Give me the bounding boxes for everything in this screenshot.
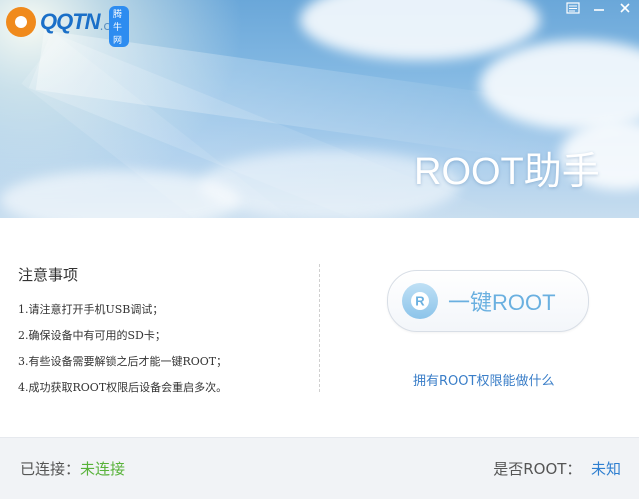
svg-text:R: R: [415, 294, 425, 309]
logo-text: QQTN: [40, 9, 101, 34]
notes-section: 注意事项 1.请注意打开手机USB调试； 2.确保设备中有可用的SD卡； 3.有…: [18, 264, 308, 401]
connection-status: 已连接：未连接: [20, 458, 125, 479]
minimize-icon[interactable]: [591, 2, 607, 16]
cloud: [300, 0, 540, 60]
connection-label: 已连接：: [20, 460, 81, 478]
one-click-root-label: 一键ROOT: [448, 290, 556, 315]
notes-title: 注意事项: [18, 266, 79, 284]
logo-badge: 腾牛网: [109, 6, 130, 47]
note-item: 4.成功获取ROOT权限后设备会重启多次。: [18, 381, 228, 394]
bull-logo-icon: [6, 7, 36, 37]
header-banner: QQTN .com 腾牛网 ROOT助手: [0, 0, 639, 218]
root-benefits-link[interactable]: 拥有ROOT权限能做什么: [413, 370, 554, 389]
note-item: 1.请注意打开手机USB调试；: [18, 303, 164, 316]
menu-icon[interactable]: [565, 2, 581, 16]
r-logo-icon: R: [402, 283, 438, 319]
window-controls: [565, 2, 633, 16]
root-status: 是否ROOT： 未知: [493, 458, 621, 479]
app-title: ROOT助手: [414, 151, 600, 193]
root-status-label: 是否ROOT：: [493, 460, 582, 478]
status-bar: 已连接：未连接 是否ROOT： 未知: [0, 437, 639, 499]
connection-value: 未连接: [80, 460, 126, 478]
note-item: 3.有些设备需要解锁之后才能一键ROOT；: [18, 355, 228, 368]
brand-logo: QQTN .com 腾牛网: [6, 4, 130, 47]
root-status-value: 未知: [590, 460, 621, 478]
note-item: 2.确保设备中有可用的SD卡；: [18, 329, 166, 342]
section-divider: [319, 264, 320, 392]
one-click-root-button[interactable]: R 一键ROOT: [387, 270, 589, 332]
close-icon[interactable]: [617, 2, 633, 16]
